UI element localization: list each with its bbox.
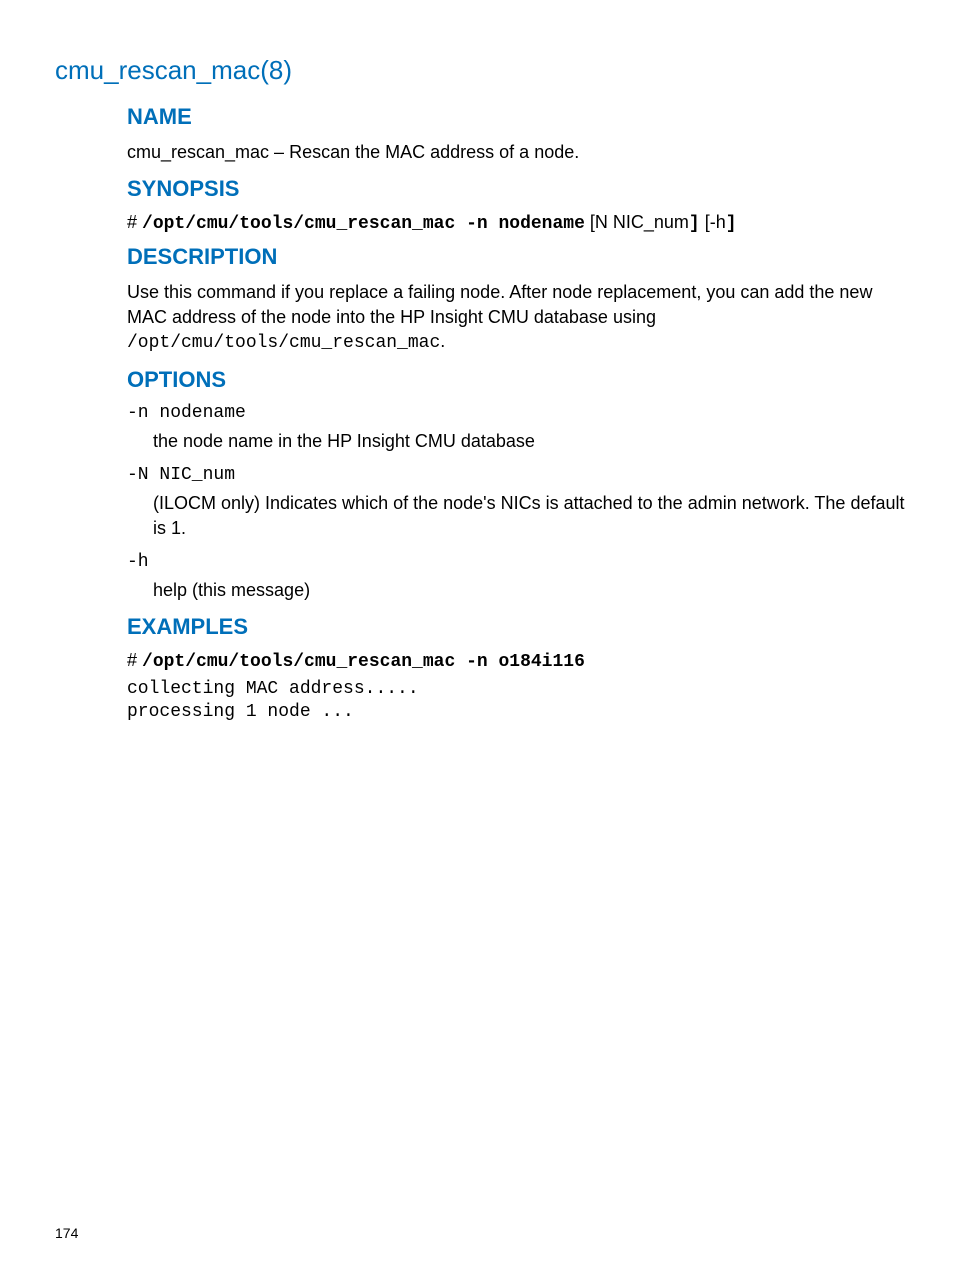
option-term: -N NIC_num (127, 465, 909, 485)
synopsis-opt2-open: [-h (700, 212, 726, 232)
option-desc: the node name in the HP Insight CMU data… (127, 429, 909, 453)
examples-heading: EXAMPLES (127, 614, 909, 640)
name-text: cmu_rescan_mac – Rescan the MAC address … (127, 140, 909, 164)
synopsis-heading: SYNOPSIS (127, 176, 909, 202)
example-command: # /opt/cmu/tools/cmu_rescan_mac -n o184i… (127, 650, 909, 672)
synopsis-opt2-close: ] (726, 214, 737, 234)
description-heading: DESCRIPTION (127, 244, 909, 270)
example-output: collecting MAC address..... processing 1… (127, 678, 909, 723)
name-heading: NAME (127, 104, 909, 130)
synopsis-opt1-open: [N NIC_num (585, 212, 689, 232)
page-number: 174 (55, 1225, 78, 1241)
description-code: /opt/cmu/tools/cmu_rescan_mac (127, 333, 440, 353)
option-desc: help (this message) (127, 578, 909, 602)
description-pre: Use this command if you replace a failin… (127, 282, 872, 326)
content-block: NAME cmu_rescan_mac – Rescan the MAC add… (127, 104, 909, 723)
synopsis-opt1-close: ] (689, 214, 700, 234)
synopsis-line: # /opt/cmu/tools/cmu_rescan_mac -n noden… (127, 212, 909, 234)
option-term: -n nodename (127, 403, 909, 423)
example-prompt: # (127, 650, 142, 670)
synopsis-prompt: # (127, 212, 142, 232)
man-page: cmu_rescan_mac(8) NAME cmu_rescan_mac – … (0, 0, 954, 723)
description-text: Use this command if you replace a failin… (127, 280, 909, 355)
example-cmd-text: /opt/cmu/tools/cmu_rescan_mac -n o184i11… (142, 652, 585, 672)
description-post: . (440, 331, 445, 351)
page-title: cmu_rescan_mac(8) (55, 55, 909, 86)
synopsis-cmd: /opt/cmu/tools/cmu_rescan_mac -n nodenam… (142, 214, 585, 234)
option-term: -h (127, 552, 909, 572)
options-heading: OPTIONS (127, 367, 909, 393)
option-desc: (ILOCM only) Indicates which of the node… (127, 491, 909, 540)
